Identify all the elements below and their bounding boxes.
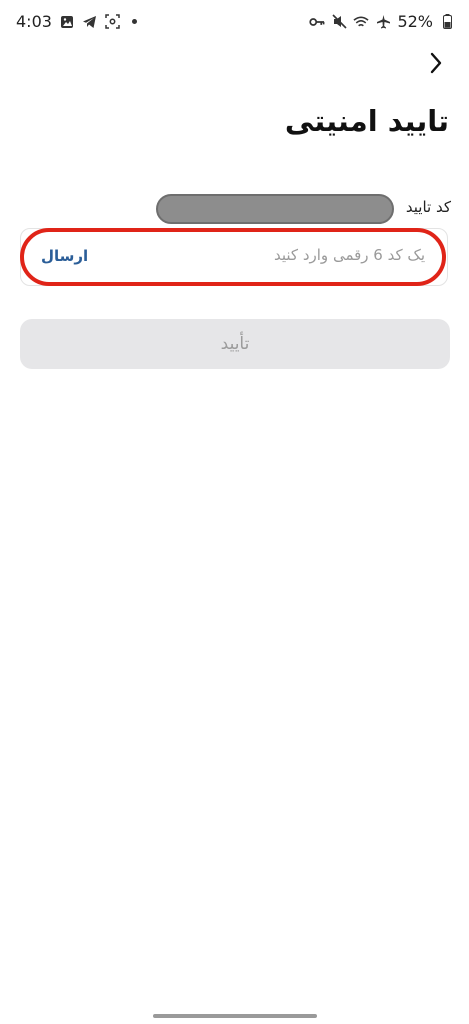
status-right: 52% [309, 12, 455, 31]
battery-percent: 52% [397, 12, 433, 31]
status-left: 4:03 [16, 12, 137, 31]
back-button[interactable] [421, 48, 451, 78]
screenshot-icon [105, 14, 121, 30]
battery-icon [439, 14, 455, 30]
status-bar: 4:03 52% [0, 0, 469, 44]
confirm-button[interactable]: تأیید [20, 319, 450, 369]
home-indicator[interactable] [153, 1014, 317, 1018]
airplane-icon [375, 14, 391, 30]
verification-code-input[interactable] [123, 245, 427, 265]
redacted-phone-number [156, 194, 394, 224]
telegram-icon [82, 14, 98, 30]
notification-dot-icon [131, 19, 137, 24]
code-input-container: ارسال [20, 228, 448, 286]
gallery-icon [59, 14, 75, 30]
mute-icon [331, 14, 347, 30]
key-icon [309, 14, 325, 30]
chevron-right-icon [430, 52, 442, 74]
wifi-icon [353, 14, 369, 30]
status-time: 4:03 [16, 12, 52, 31]
page-title: تایید امنیتی [284, 104, 449, 138]
send-code-button[interactable]: ارسال [41, 247, 88, 265]
verification-code-label: کد تایید [405, 198, 451, 216]
